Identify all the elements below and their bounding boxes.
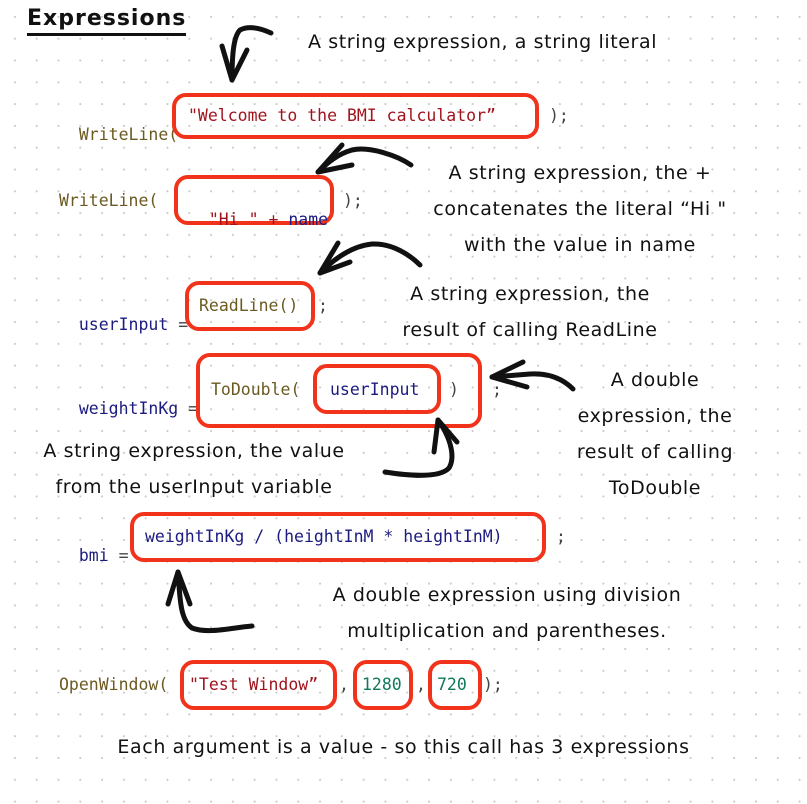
arrow-to-bmi-expression bbox=[165, 569, 255, 634]
arrow-to-todouble bbox=[489, 359, 576, 392]
arrow-to-welcome-string bbox=[219, 25, 274, 83]
arrow-to-concatenation bbox=[315, 142, 414, 175]
arrow-to-userinput bbox=[382, 417, 460, 478]
arrow-to-readline bbox=[317, 240, 423, 276]
arrows-layer bbox=[165, 25, 576, 634]
